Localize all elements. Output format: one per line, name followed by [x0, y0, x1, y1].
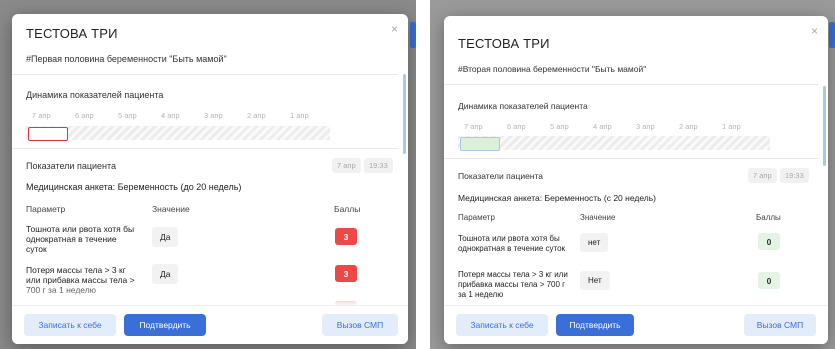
scroll-fade [12, 284, 408, 306]
date-label[interactable]: 6 апр [75, 111, 118, 120]
date-label[interactable]: 3 апр [636, 122, 679, 131]
program-label: #Первая половина беременности "Быть мамо… [26, 54, 227, 64]
questionnaire-title: Медицинская анкета: Беременность (до 20 … [26, 182, 242, 192]
modal-footer: Записать к себе Подтвердить Вызов СМП [444, 305, 828, 344]
modal-title: ТЕСТОВА ТРИ [458, 36, 550, 51]
confirm-button[interactable]: Подтвердить [124, 314, 206, 336]
indicators-title: Показатели пациента [458, 171, 544, 181]
confirm-button[interactable]: Подтвердить [556, 314, 634, 336]
dynamics-title: Динамика показателей пациента [458, 101, 588, 111]
record-to-self-button[interactable]: Записать к себе [456, 314, 548, 336]
patient-modal-left: ТЕСТОВА ТРИ × #Первая половина беременно… [12, 14, 408, 344]
record-to-self-button[interactable]: Записать к себе [24, 314, 116, 336]
date-label[interactable]: 6 апр [507, 122, 550, 131]
date-pill: 7 апр [748, 168, 777, 183]
close-icon[interactable]: × [811, 24, 818, 38]
program-label: #Вторая половина беременности "Быть мамо… [458, 64, 647, 74]
divider [444, 158, 818, 159]
scrollbar[interactable] [403, 74, 406, 154]
row-value: Да [152, 227, 179, 247]
left-screenshot-panel: ТЕСТОВА ТРИ × #Первая половина беременно… [0, 0, 416, 349]
divider [444, 84, 818, 85]
column-param: Параметр [26, 204, 66, 214]
selected-day-cell[interactable] [28, 127, 68, 141]
time-pill: 19:33 [364, 158, 393, 173]
dynamics-timeline [26, 126, 330, 140]
score-badge: 0 [758, 233, 780, 250]
column-score: Баллы [756, 213, 781, 222]
background-tab [829, 22, 835, 48]
date-label[interactable]: 2 апр [247, 111, 290, 120]
patient-modal-right: ТЕСТОВА ТРИ × #Вторая половина беременно… [444, 16, 828, 344]
modal-footer: Записать к себе Подтвердить Вызов СМП [12, 305, 408, 344]
divider [12, 148, 398, 149]
call-ambulance-button[interactable]: Вызов СМП [322, 314, 398, 336]
indicators-title: Показатели пациента [26, 161, 117, 171]
row-param: Тошнота или рвота хотя бы однократная в … [458, 234, 566, 253]
date-label[interactable]: 5 апр [550, 122, 593, 131]
date-label[interactable]: 5 апр [118, 111, 161, 120]
date-label[interactable]: 2 апр [679, 122, 722, 131]
row-value: Да [152, 264, 179, 284]
time-pill: 19:33 [780, 168, 809, 183]
score-badge: 3 [335, 228, 357, 245]
close-icon[interactable]: × [391, 22, 398, 36]
dates-row: 7 апр 6 апр 5 апр 4 апр 3 апр 2 апр 1 ап… [464, 122, 765, 131]
date-pill: 7 апр [332, 158, 361, 173]
column-param: Параметр [458, 213, 495, 222]
scrollbar[interactable] [823, 86, 826, 166]
row-param: Тошнота или рвота хотя бы однократная в … [26, 224, 135, 254]
right-screenshot-panel: ТЕСТОВА ТРИ × #Вторая половина беременно… [430, 0, 835, 349]
divider [12, 74, 398, 75]
score-badge: 3 [335, 265, 357, 282]
modal-title: ТЕСТОВА ТРИ [26, 26, 118, 41]
column-value: Значение [152, 204, 190, 214]
background-tab [410, 22, 416, 48]
dates-row: 7 апр 6 апр 5 апр 4 апр 3 апр 2 апр 1 ап… [32, 111, 333, 120]
date-label[interactable]: 4 апр [161, 111, 204, 120]
row-value: нет [580, 233, 609, 252]
score-badge: 0 [758, 272, 780, 289]
row-param: Потеря массы тела > 3 кг или прибавка ма… [458, 270, 568, 299]
date-label[interactable]: 7 апр [464, 122, 507, 131]
date-label[interactable]: 1 апр [722, 122, 765, 131]
row-value: Нет [580, 271, 610, 290]
column-score: Баллы [334, 204, 361, 214]
date-label[interactable]: 7 апр [32, 111, 75, 120]
column-value: Значение [580, 213, 616, 222]
date-label[interactable]: 1 апр [290, 111, 333, 120]
date-label[interactable]: 3 апр [204, 111, 247, 120]
questionnaire-title: Медицинская анкета: Беременность (с 20 н… [458, 193, 657, 203]
date-label[interactable]: 4 апр [593, 122, 636, 131]
selected-day-cell[interactable] [460, 137, 500, 151]
call-ambulance-button[interactable]: Вызов СМП [744, 314, 816, 336]
dynamics-timeline [458, 136, 770, 150]
dynamics-title: Динамика показателей пациента [26, 90, 164, 100]
